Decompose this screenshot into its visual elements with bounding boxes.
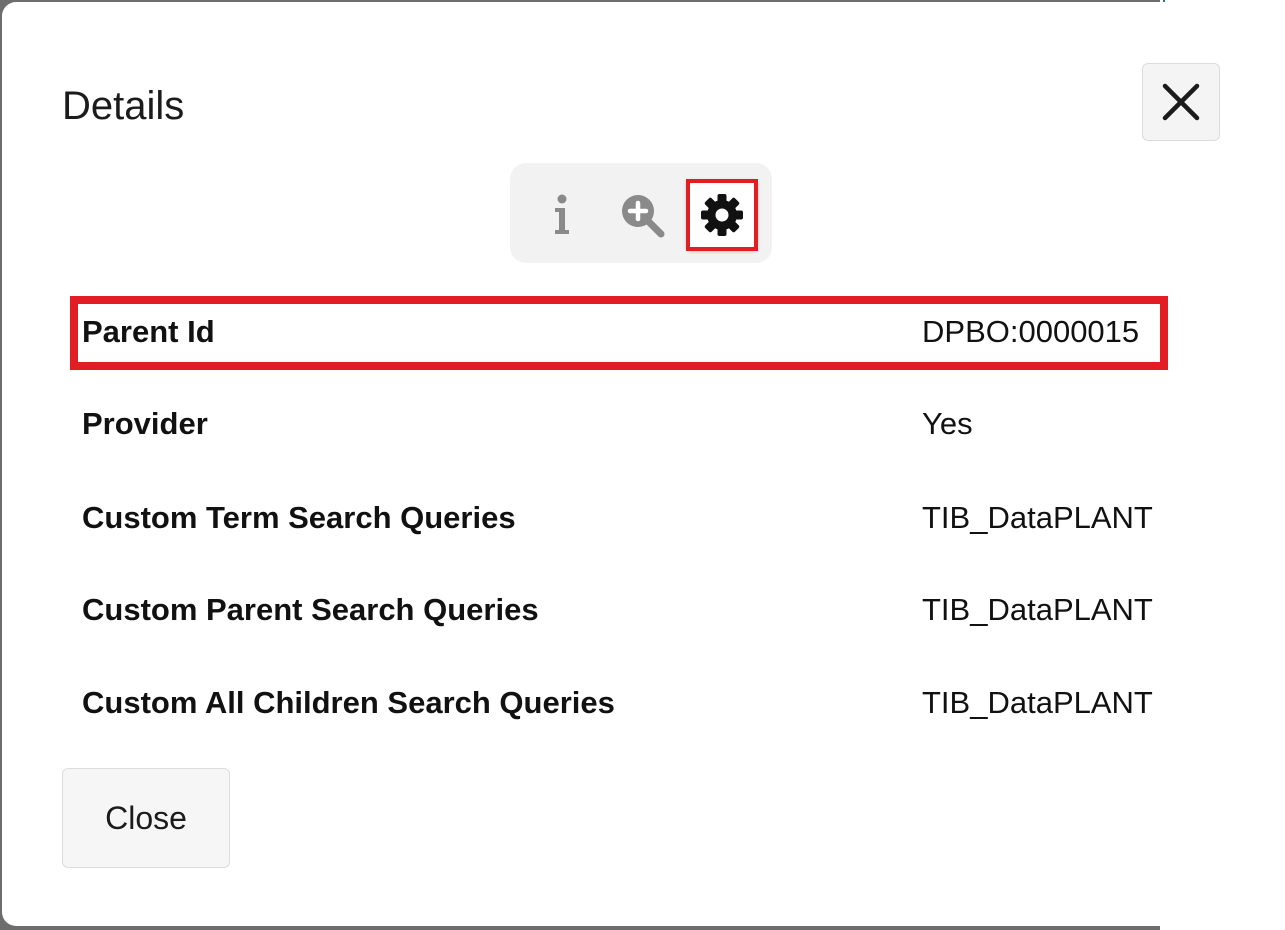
detail-row-custom-term-search: Custom Term Search Queries TIB_DataPLANT — [82, 488, 1162, 548]
gear-icon — [701, 194, 743, 236]
detail-label: Provider — [82, 406, 208, 441]
close-button[interactable]: Close — [62, 768, 230, 868]
detail-label: Custom Parent Search Queries — [82, 592, 539, 627]
detail-value: Yes — [922, 406, 973, 441]
details-dialog: Details Parent Id DPBO:0000015 Provider … — [2, 2, 1281, 926]
detail-value: DPBO:0000015 — [922, 314, 1140, 349]
detail-value: TIB_DataPLANT — [922, 500, 1153, 535]
detail-label: Custom All Children Search Queries — [82, 685, 615, 720]
dialog-title: Details — [62, 84, 185, 128]
dialog-close-x-button[interactable] — [1142, 63, 1220, 141]
details-tab-bar — [510, 163, 772, 263]
detail-label: Custom Term Search Queries — [82, 500, 516, 535]
tab-info[interactable] — [526, 179, 598, 251]
tab-settings[interactable] — [686, 179, 758, 251]
detail-value: TIB_DataPLANT — [922, 592, 1153, 627]
info-icon — [555, 194, 569, 234]
zoom-in-icon — [622, 195, 665, 238]
detail-row-custom-parent-search: Custom Parent Search Queries TIB_DataPLA… — [82, 580, 1162, 640]
detail-row-provider: Provider Yes — [82, 394, 1162, 454]
detail-row-custom-all-children-search: Custom All Children Search Queries TIB_D… — [82, 673, 1162, 733]
tab-search[interactable] — [606, 179, 678, 251]
detail-value: TIB_DataPLANT — [922, 685, 1153, 720]
close-icon — [1162, 83, 1200, 121]
detail-row-parent-id: Parent Id DPBO:0000015 — [82, 302, 1162, 362]
detail-label: Parent Id — [82, 314, 215, 349]
